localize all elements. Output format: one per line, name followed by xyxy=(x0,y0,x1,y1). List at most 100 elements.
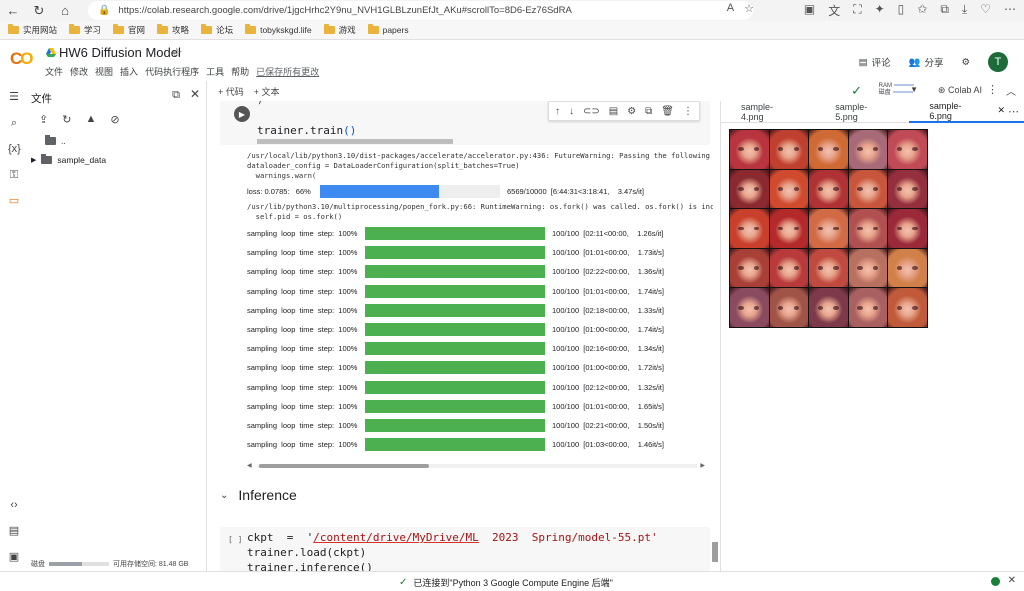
variables-icon[interactable]: {x} xyxy=(8,143,21,155)
command-palette-icon[interactable]: ▤ xyxy=(8,525,20,537)
bookmark-folder[interactable]: papers xyxy=(367,24,409,35)
colab-logo-icon[interactable]: CO xyxy=(10,49,33,69)
more-vert-icon[interactable]: ⋮ xyxy=(683,106,693,117)
split-screen-icon[interactable]: ▯ xyxy=(898,2,905,19)
comment-icon[interactable]: ▤ xyxy=(609,106,618,117)
delete-trash-icon[interactable]: 🗑 xyxy=(661,106,674,117)
scroll-left-icon: ◀ xyxy=(247,463,252,469)
menu-view[interactable]: 视图 xyxy=(95,65,113,78)
avatar[interactable]: T xyxy=(988,52,1008,72)
extension-icon[interactable]: ▣ xyxy=(804,2,815,19)
code-snippets-icon[interactable]: ‹› xyxy=(8,499,20,511)
sampling-progress-row: sampling loop time step: 100% 100/100 [02… xyxy=(247,265,664,279)
sample-image-tile xyxy=(730,209,769,248)
menu-file[interactable]: 文件 xyxy=(45,65,63,78)
menu-edit[interactable]: 修改 xyxy=(70,65,88,78)
more-horiz-icon[interactable]: ⋯ xyxy=(1008,105,1019,118)
menu-tools[interactable]: 工具 xyxy=(206,65,224,78)
search-icon[interactable]: ⌕ xyxy=(8,117,20,129)
close-icon[interactable]: ✕ xyxy=(190,87,200,101)
read-aloud-icon[interactable]: A xyxy=(727,2,734,15)
code-cell-train[interactable]: ) ▶ trainer.train() ↑ ↓ ⊂⊃ ▤ ⚙ ⧉ 🗑 ⋮ xyxy=(220,101,710,145)
reload-icon[interactable]: ↻ xyxy=(26,0,52,21)
share-button[interactable]: 👥 分享 xyxy=(909,55,944,70)
bookmark-folder[interactable]: 实用网站 xyxy=(8,24,57,36)
section-heading-inference[interactable]: ⌄ Inference xyxy=(220,487,297,503)
notebook-title[interactable]: HW6 Diffusion Model xyxy=(59,45,181,60)
progress-bar xyxy=(365,342,545,356)
file-row-sample-data[interactable]: ▶ sample_data xyxy=(31,154,106,165)
bookmark-folder[interactable]: 官网 xyxy=(113,24,145,36)
bookmark-folder[interactable]: tobykskgd.life xyxy=(245,24,312,35)
hide-files-icon[interactable]: ⊘ xyxy=(110,113,119,126)
more-vert-icon[interactable]: ⋮ xyxy=(987,83,998,96)
resource-monitor[interactable]: RAM 磁盘 xyxy=(879,83,914,97)
browser-menu-icon[interactable]: ⋯ xyxy=(1004,2,1016,19)
bookmark-folder[interactable]: 学习 xyxy=(69,24,101,36)
colab-ai-button[interactable]: ⊛ Colab AI xyxy=(938,85,982,96)
bookmark-folder[interactable]: 论坛 xyxy=(201,24,233,36)
run-cell-button[interactable]: [ ] xyxy=(228,535,242,544)
menu-runtime[interactable]: 代码执行程序 xyxy=(145,65,199,78)
progress-bar xyxy=(365,438,545,452)
chevron-up-icon[interactable]: ︿ xyxy=(1006,83,1016,98)
move-down-icon[interactable]: ↓ xyxy=(569,106,574,117)
tab-sample-4[interactable]: sample-4.png xyxy=(721,101,815,123)
bookmark-folder[interactable]: 游戏 xyxy=(323,24,356,36)
home-icon[interactable]: ⌂ xyxy=(52,0,78,21)
mount-drive-icon[interactable]: ▲ xyxy=(85,113,96,126)
link-icon[interactable]: ⊂⊃ xyxy=(583,106,600,117)
sample-image-tile xyxy=(730,169,769,209)
settings-gear-icon[interactable]: ⚙ xyxy=(961,57,970,68)
run-cell-button[interactable]: ▶ xyxy=(234,106,250,122)
star-icon[interactable]: ☆ xyxy=(171,45,183,61)
close-icon[interactable]: ✕ xyxy=(997,105,1005,116)
save-status[interactable]: 已保存所有更改 xyxy=(256,65,319,78)
extensions-puzzle-icon[interactable]: ✦ xyxy=(875,2,885,19)
settings-gear-icon[interactable]: ⚙ xyxy=(627,106,636,117)
move-up-icon[interactable]: ↑ xyxy=(555,106,560,117)
code-line[interactable]: trainer.load(ckpt) xyxy=(247,546,366,559)
add-text-button[interactable]: + 文本 xyxy=(254,85,280,98)
performance-icon[interactable]: ♡ xyxy=(980,2,991,19)
colab-header: CO HW6 Diffusion Model ☆ 文件 修改 视图 插入 代码执… xyxy=(0,40,1024,81)
file-row-parent[interactable]: .. xyxy=(45,135,66,146)
menu-help[interactable]: 帮助 xyxy=(231,65,249,78)
chevron-right-icon[interactable]: ▶ xyxy=(31,156,36,164)
runtime-dropdown-icon[interactable]: ▼ xyxy=(910,85,918,94)
tab-sample-5[interactable]: sample-5.png xyxy=(815,101,909,123)
horizontal-scrollbar[interactable]: ◀ ▶ xyxy=(247,462,713,469)
address-bar[interactable]: 🔒 https://colab.research.google.com/driv… xyxy=(88,1,753,20)
code-line[interactable]: ckpt = '/content/drive/MyDrive/ML 2023 S… xyxy=(247,531,658,544)
toc-icon[interactable]: ☰ xyxy=(8,91,20,103)
secrets-key-icon[interactable]: ⚿ xyxy=(8,169,20,181)
folder-icon xyxy=(113,24,125,34)
bookmark-folder[interactable]: 攻略 xyxy=(157,24,189,36)
progress-bar xyxy=(365,227,545,240)
upload-icon[interactable]: ⇪ xyxy=(39,113,48,126)
back-icon[interactable]: ← xyxy=(0,0,26,21)
downloads-icon[interactable]: ⤓ xyxy=(962,2,967,19)
new-window-icon[interactable]: ⧉ xyxy=(172,89,180,102)
progress-bar xyxy=(365,284,545,298)
mirror-cell-icon[interactable]: ⧉ xyxy=(645,106,652,117)
vertical-scrollbar-thumb[interactable] xyxy=(712,542,718,562)
favorite-star-icon[interactable]: ☆ xyxy=(744,2,754,15)
chevron-down-icon[interactable]: ⌄ xyxy=(220,490,228,501)
add-code-button[interactable]: + 代码 xyxy=(218,85,244,98)
collections-icon[interactable]: ⧉ xyxy=(940,2,949,19)
terminal-icon[interactable]: ▣ xyxy=(8,551,20,563)
favorites-icon[interactable]: ✩ xyxy=(917,2,927,19)
code-line[interactable]: trainer.train() xyxy=(257,124,356,137)
sample-image-tile xyxy=(848,248,888,288)
menu-insert[interactable]: 插入 xyxy=(120,65,138,78)
files-folder-icon[interactable]: ▭ xyxy=(8,195,20,207)
tab-sample-6[interactable]: sample-6.png ✕ xyxy=(909,101,1024,123)
comment-button[interactable]: ▤ 评论 xyxy=(859,55,891,70)
refresh-icon[interactable]: ↻ xyxy=(62,113,71,126)
screenshot-icon[interactable]: ⛶ xyxy=(853,2,861,19)
code-line[interactable]: trainer.inference() xyxy=(247,561,373,571)
code-cell-inference[interactable]: [ ] ckpt = '/content/drive/MyDrive/ML 20… xyxy=(220,527,710,571)
close-icon[interactable]: ✕ xyxy=(1008,575,1016,586)
translate-icon[interactable]: 文 xyxy=(828,2,840,19)
